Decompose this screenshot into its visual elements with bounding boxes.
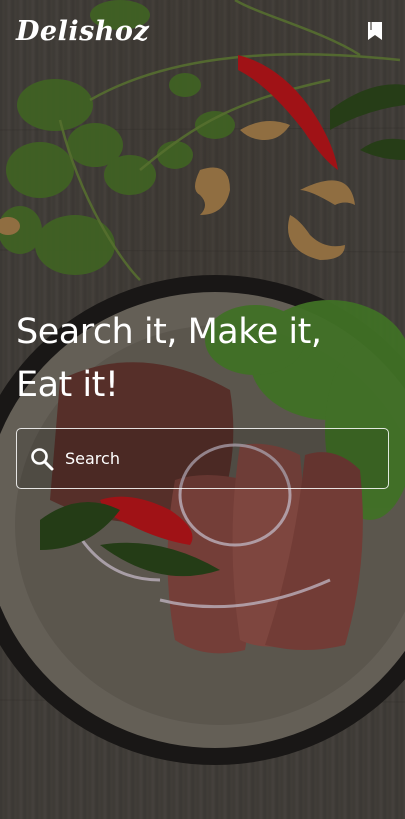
app-logo[interactable]: Delishoz xyxy=(16,16,149,47)
top-bar: Delishoz xyxy=(0,0,405,62)
hero-section: Search it, Make it, Eat it! xyxy=(16,306,396,412)
bookmark-icon xyxy=(368,22,382,40)
hero-title: Search it, Make it, Eat it! xyxy=(16,306,396,412)
bookmark-button[interactable] xyxy=(363,19,387,43)
search-box[interactable] xyxy=(16,428,389,489)
search-input[interactable] xyxy=(65,449,388,468)
search-icon[interactable] xyxy=(29,446,55,472)
hero-title-line-2: Eat it! xyxy=(16,365,119,405)
hero-title-line-1: Search it, Make it, xyxy=(16,312,322,352)
